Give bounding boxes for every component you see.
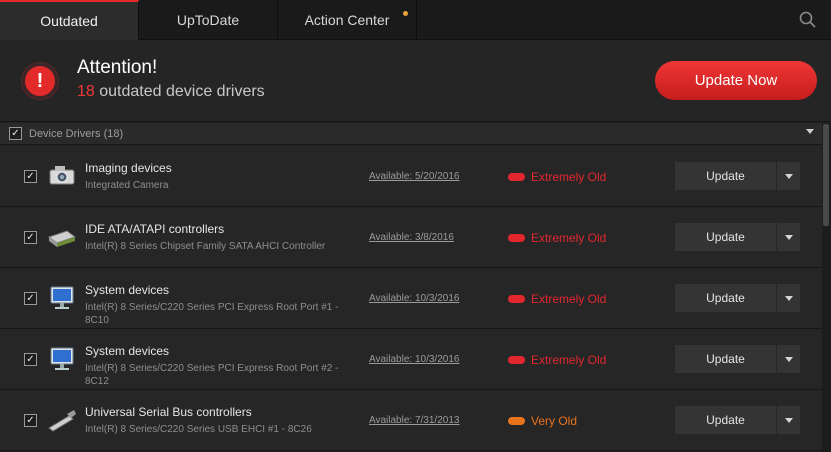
attention-subtitle-text: outdated device drivers: [99, 83, 265, 100]
notification-dot: [403, 11, 408, 16]
outdated-count: 18: [77, 83, 95, 100]
device-category: System devices: [85, 344, 170, 358]
available-date-link[interactable]: Available: 10/3/2016: [369, 354, 459, 365]
update-button[interactable]: Update: [675, 345, 776, 373]
update-dropdown-button[interactable]: [777, 284, 800, 312]
update-dropdown-button[interactable]: [777, 162, 800, 190]
driver-row: ✓ System devices Intel(R) 8 Series/C220 …: [0, 329, 822, 390]
attention-title: Attention!: [77, 57, 158, 78]
row-checkbox[interactable]: ✓: [24, 414, 37, 427]
collapse-chevron-icon[interactable]: [806, 129, 814, 134]
driver-row: ✓ Universal Serial Bus controllers Intel…: [0, 390, 822, 451]
status-indicator: [508, 417, 525, 425]
available-date-link[interactable]: Available: 10/3/2016: [369, 293, 459, 304]
device-description: Intel(R) 8 Series Chipset Family SATA AH…: [85, 241, 326, 252]
computer-monitor-icon: [50, 286, 74, 309]
device-description: Intel(R) 8 Series/C220 Series PCI Expres…: [85, 302, 339, 326]
driver-list: ✓ Imaging devices Integrated Camera Avai…: [0, 146, 822, 451]
update-button[interactable]: Update: [675, 406, 776, 434]
chevron-down-icon: [784, 234, 793, 240]
status-label: Extremely Old: [531, 353, 607, 367]
tab-bar: Outdated UpToDate Action Center: [0, 0, 831, 40]
status-label: Extremely Old: [531, 231, 607, 245]
status-label: Extremely Old: [531, 292, 607, 306]
tab-outdated[interactable]: Outdated: [0, 0, 139, 40]
device-description: Intel(R) 8 Series/C220 Series PCI Expres…: [85, 363, 339, 387]
driver-row: ✓ Imaging devices Integrated Camera Avai…: [0, 146, 822, 207]
row-checkbox[interactable]: ✓: [24, 353, 37, 366]
chevron-down-icon: [784, 417, 793, 423]
driver-row: ✓ System devices Intel(R) 8 Series/C220 …: [0, 268, 822, 329]
tab-action-center[interactable]: Action Center: [278, 0, 417, 40]
row-checkbox[interactable]: ✓: [24, 292, 37, 305]
drive-controller-icon: [47, 230, 77, 247]
device-category: System devices: [85, 283, 170, 297]
available-date-link[interactable]: Available: 3/8/2016: [369, 232, 454, 243]
status-label: Extremely Old: [531, 170, 607, 184]
status-indicator: [508, 295, 525, 303]
usb-plug-icon: [48, 410, 76, 432]
tab-uptodate[interactable]: UpToDate: [139, 0, 278, 40]
alert-icon: !: [22, 63, 58, 99]
select-all-checkbox[interactable]: ✓: [9, 127, 22, 140]
status-indicator: [508, 356, 525, 364]
attention-subtitle: 18 outdated device drivers: [77, 83, 265, 101]
update-button[interactable]: Update: [675, 162, 776, 190]
update-button[interactable]: Update: [675, 284, 776, 312]
device-description: Integrated Camera: [85, 180, 169, 191]
status-label: Very Old: [531, 414, 578, 428]
computer-monitor-icon: [50, 347, 74, 370]
available-date-link[interactable]: Available: 7/31/2013: [369, 415, 459, 426]
driver-row: ✓ IDE ATA/ATAPI controllers Intel(R) 8 S…: [0, 207, 822, 268]
update-dropdown-button[interactable]: [777, 223, 800, 251]
status-indicator: [508, 234, 525, 242]
update-now-button[interactable]: Update Now: [655, 61, 817, 100]
chevron-down-icon: [784, 295, 793, 301]
driver-updater-window: Outdated UpToDate Action Center ! Attent…: [0, 0, 831, 452]
update-dropdown-button[interactable]: [777, 406, 800, 434]
device-category: IDE ATA/ATAPI controllers: [85, 222, 225, 236]
row-checkbox[interactable]: ✓: [24, 170, 37, 183]
available-date-link[interactable]: Available: 5/20/2016: [369, 171, 459, 182]
search-icon[interactable]: [798, 10, 818, 30]
chevron-down-icon: [784, 356, 793, 362]
device-description: Intel(R) 8 Series/C220 Series USB EHCI #…: [85, 424, 312, 435]
attention-banner: ! Attention! 18 outdated device drivers …: [0, 41, 831, 122]
device-category: Universal Serial Bus controllers: [85, 405, 252, 419]
update-button[interactable]: Update: [675, 223, 776, 251]
chevron-down-icon: [784, 173, 793, 179]
scrollbar-thumb[interactable]: [823, 124, 829, 226]
status-indicator: [508, 173, 525, 181]
device-category: Imaging devices: [85, 161, 172, 175]
camera-icon: [49, 166, 75, 185]
update-dropdown-button[interactable]: [777, 345, 800, 373]
section-label: Device Drivers (18): [29, 127, 124, 140]
device-drivers-header: ✓ Device Drivers (18): [0, 123, 822, 145]
row-checkbox[interactable]: ✓: [24, 231, 37, 244]
